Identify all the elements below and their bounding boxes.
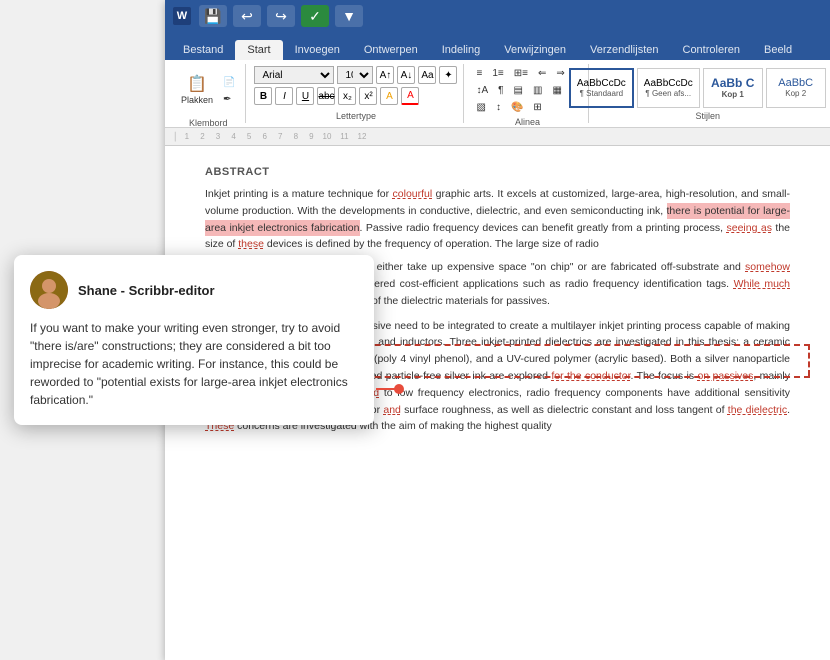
tab-beeld[interactable]: Beeld: [752, 40, 804, 60]
font-color-button[interactable]: A: [401, 87, 419, 105]
indent-button[interactable]: ⇒: [552, 66, 568, 81]
ribbon-content: 📋 Plakken 📄 ✒ Klembord Arial 10: [165, 60, 830, 128]
bold-button[interactable]: B: [254, 87, 272, 105]
plakken-button[interactable]: 📋 Plakken: [177, 66, 217, 116]
check-button[interactable]: ✓: [301, 5, 329, 27]
line-spacing-button[interactable]: ↕: [492, 100, 505, 115]
align-left-button[interactable]: ▤: [510, 83, 527, 98]
styles-panel: AaBbCcDc ¶ Standaard AaBbCcDc ¶ Geen afs…: [569, 66, 830, 109]
highlighted-phrase: there is potential for large-area inkjet…: [205, 203, 790, 236]
stijlen-label: Stijlen: [695, 109, 720, 121]
abstract-title: ABSTRACT: [205, 166, 790, 178]
borders-button[interactable]: ⊞: [529, 100, 545, 115]
sort-button[interactable]: ↕A: [472, 83, 492, 98]
font-controls: Arial 10 A↑ A↓ Aa ✦ B I U abc x₂ x²: [254, 66, 457, 105]
save-button[interactable]: 💾: [199, 5, 227, 27]
style-kop1[interactable]: AaBb C Kop 1: [703, 68, 763, 108]
paragraph-button[interactable]: ¶: [494, 83, 507, 98]
justify-button[interactable]: ▧: [472, 100, 489, 115]
word-the-dielectric: the dielectric: [728, 404, 787, 416]
tab-start[interactable]: Start: [235, 40, 282, 60]
font-family-select[interactable]: Arial: [254, 66, 334, 84]
tab-indeling[interactable]: Indeling: [430, 40, 493, 60]
comment-body: If you want to make your writing even st…: [30, 319, 358, 409]
connector-dot: [394, 384, 404, 394]
word-and2: and: [383, 404, 401, 416]
alinea-buttons: ≡ 1≡ ⊞≡ ⇐ ⇒ ↕A ¶ ▤ ▥ ▦ ▧ ↕ 🎨 ⊞: [472, 66, 582, 115]
comment-line-right: [808, 344, 810, 376]
format-button[interactable]: ✒: [219, 92, 239, 107]
tab-controleren[interactable]: Controleren: [671, 40, 752, 60]
word-somehow: somehow: [745, 261, 790, 273]
tab-invoegen[interactable]: Invoegen: [283, 40, 352, 60]
comment-author-name: Shane - Scribbr-editor: [78, 283, 215, 298]
ribbon-tabs: Bestand Start Invoegen Ontwerpen Indelin…: [165, 32, 830, 60]
style-geen-afstand[interactable]: AaBbCcDc ¶ Geen afs...: [637, 68, 700, 108]
word-colourful: colourful: [393, 188, 433, 200]
subscript-button[interactable]: x₂: [338, 87, 356, 105]
comment-header: Shane - Scribbr-editor: [30, 271, 358, 309]
avatar: [30, 271, 68, 309]
klembord-buttons: 📋 Plakken 📄 ✒: [177, 66, 239, 116]
align-right-button[interactable]: ▦: [548, 83, 565, 98]
multilevel-button[interactable]: ⊞≡: [510, 66, 532, 81]
alinea-label: Alinea: [515, 115, 540, 127]
align-center-button[interactable]: ▥: [529, 83, 546, 98]
tab-verzendlijsten[interactable]: Verzendlijsten: [578, 40, 671, 60]
ribbon-group-stijlen: AaBbCcDc ¶ Standaard AaBbCcDc ¶ Geen afs…: [591, 64, 824, 123]
quick-access-toolbar: 💾 ↩ ↪ ✓ ▼: [199, 5, 363, 27]
word-while-much: While much: [734, 278, 790, 290]
underline-button[interactable]: U: [296, 87, 314, 105]
outdent-button[interactable]: ⇐: [534, 66, 550, 81]
style-kop2[interactable]: AaBbC Kop 2: [766, 68, 826, 108]
undo-button[interactable]: ↩: [233, 5, 261, 27]
font-clear-button[interactable]: ✦: [439, 66, 457, 84]
lettertype-label: Lettertype: [336, 109, 376, 121]
connector-line: [376, 388, 396, 390]
numbering-button[interactable]: 1≡: [488, 66, 507, 81]
paragraph-1: Inkjet printing is a mature technique fo…: [205, 186, 790, 253]
superscript-button[interactable]: x²: [359, 87, 377, 105]
tab-verwijzingen[interactable]: Verwijzingen: [492, 40, 578, 60]
word-these: these: [238, 238, 264, 250]
tab-ontwerpen[interactable]: Ontwerpen: [352, 40, 430, 60]
bullets-button[interactable]: ≡: [472, 66, 486, 81]
font-size-select[interactable]: 10: [337, 66, 373, 84]
klembord-label: Klembord: [189, 116, 228, 128]
strikethrough-button[interactable]: abc: [317, 87, 335, 105]
italic-button[interactable]: I: [275, 87, 293, 105]
ruler: │ 1 2 3 4 5 6 7 8 9 10 11 12: [165, 128, 830, 146]
redo-button[interactable]: ↪: [267, 5, 295, 27]
font-grow-button[interactable]: A↑: [376, 66, 394, 84]
font-shrink-button[interactable]: A↓: [397, 66, 415, 84]
ribbon-group-klembord: 📋 Plakken 📄 ✒ Klembord: [171, 64, 246, 123]
highlight-button[interactable]: A: [380, 87, 398, 105]
tab-bestand[interactable]: Bestand: [171, 40, 235, 60]
style-standaard[interactable]: AaBbCcDc ¶ Standaard: [569, 68, 634, 108]
word-seeing-as: seeing as: [726, 222, 771, 234]
title-bar: W 💾 ↩ ↪ ✓ ▼: [165, 0, 830, 32]
word-icon: W: [173, 7, 191, 25]
shading-button[interactable]: 🎨: [507, 100, 527, 115]
copy-button[interactable]: 📄: [219, 75, 239, 90]
comment-popup: Shane - Scribbr-editor If you want to ma…: [14, 255, 374, 425]
ribbon-group-lettertype: Arial 10 A↑ A↓ Aa ✦ B I U abc x₂ x²: [248, 64, 464, 123]
font-aa-button[interactable]: Aa: [418, 66, 436, 84]
more-button[interactable]: ▼: [335, 5, 363, 27]
